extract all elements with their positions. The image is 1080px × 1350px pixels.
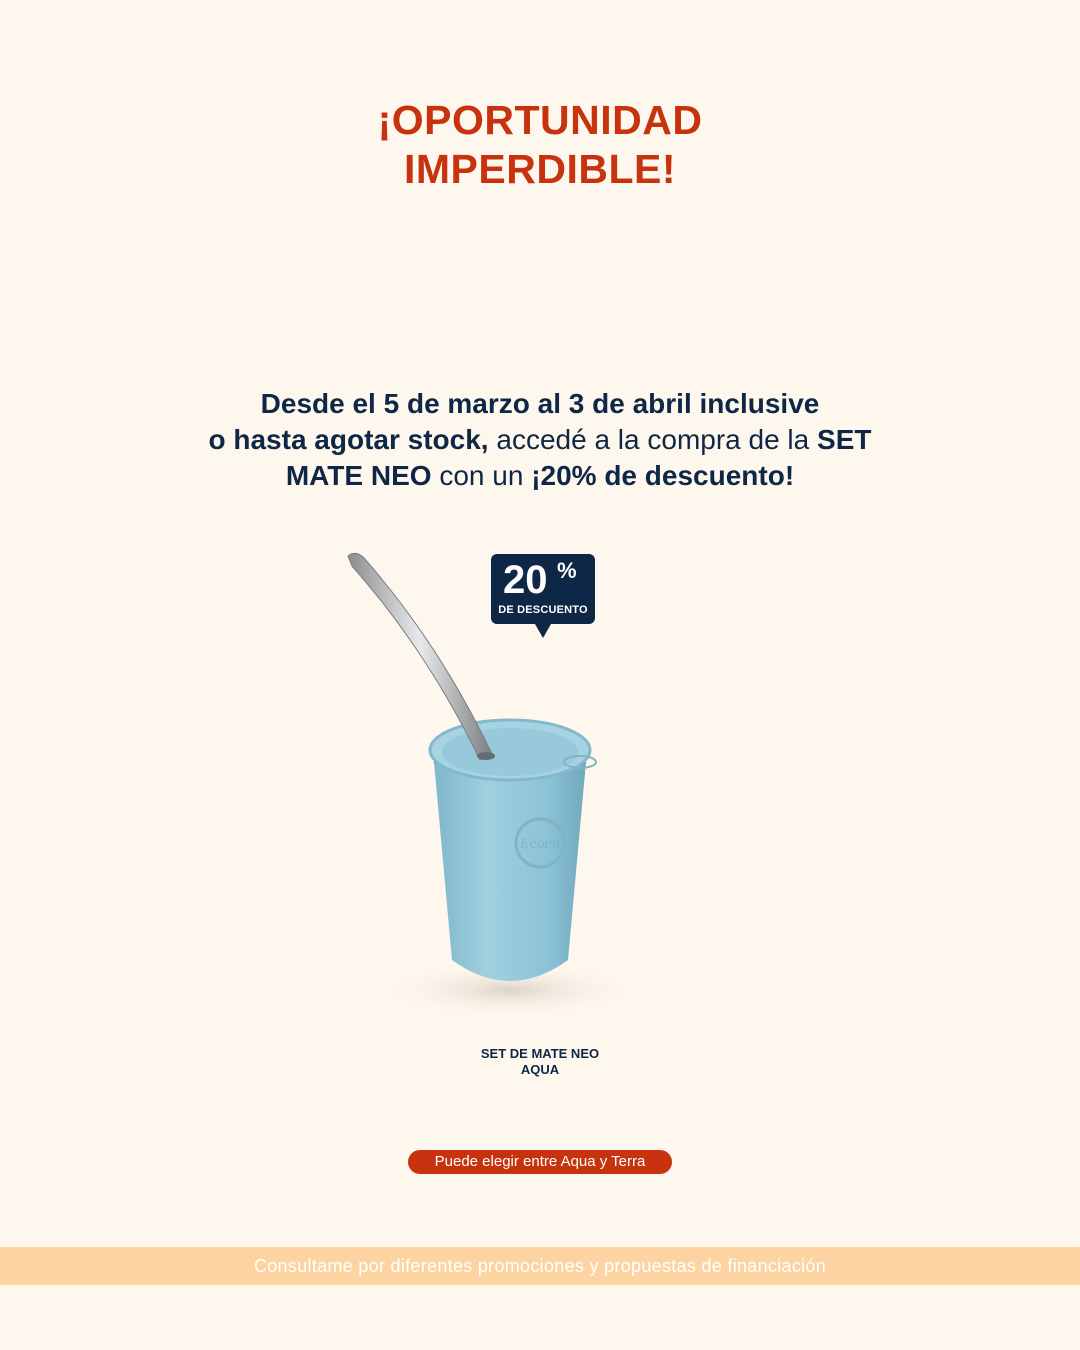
promo-copy: Desde el 5 de marzo al 3 de abril inclus… — [140, 386, 940, 494]
promo-copy-line-3: MATE NEO con un ¡20% de descuento! — [140, 458, 940, 494]
mate-cup-icon: Ecocu — [428, 718, 597, 981]
promo-set-word: SET — [817, 424, 872, 455]
bombilla-straw-icon — [347, 552, 495, 761]
headline-line-1: ¡OPORTUNIDAD — [377, 97, 703, 143]
promo-stock-note: o hasta agotar stock, — [208, 424, 489, 455]
promo-access-text: accedé a la compra de la — [488, 424, 818, 455]
product-name: SET DE MATE NEO AQUA — [0, 1046, 1080, 1078]
promo-with-text: con un — [431, 460, 532, 491]
headline: ¡OPORTUNIDAD IMPERDIBLE! — [0, 96, 1080, 194]
promo-dates: Desde el 5 de marzo al 3 de abril inclus… — [260, 388, 820, 419]
footer-promo-band: Consultame por diferentes promociones y … — [0, 1247, 1080, 1285]
promo-copy-line-1: Desde el 5 de marzo al 3 de abril inclus… — [140, 386, 940, 422]
color-choice-pill: Puede elegir entre Aqua y Terra — [408, 1150, 672, 1174]
badge-percent-sign: % — [557, 558, 577, 583]
promo-product-name: MATE NEO — [285, 460, 432, 491]
product-name-line-1: SET DE MATE NEO — [480, 1046, 600, 1061]
discount-badge: 20 % DE DESCUENTO — [491, 554, 595, 638]
promo-discount: ¡20% de descuento! — [531, 460, 795, 491]
cup-logo: Ecocu — [519, 837, 560, 852]
badge-number: 20 — [503, 558, 548, 602]
badge-label: DE DESCUENTO — [498, 604, 588, 616]
promo-copy-line-2: o hasta agotar stock, accedé a la compra… — [140, 422, 940, 458]
headline-line-2: IMPERDIBLE! — [404, 146, 676, 192]
product-name-line-2: AQUA — [520, 1062, 560, 1077]
